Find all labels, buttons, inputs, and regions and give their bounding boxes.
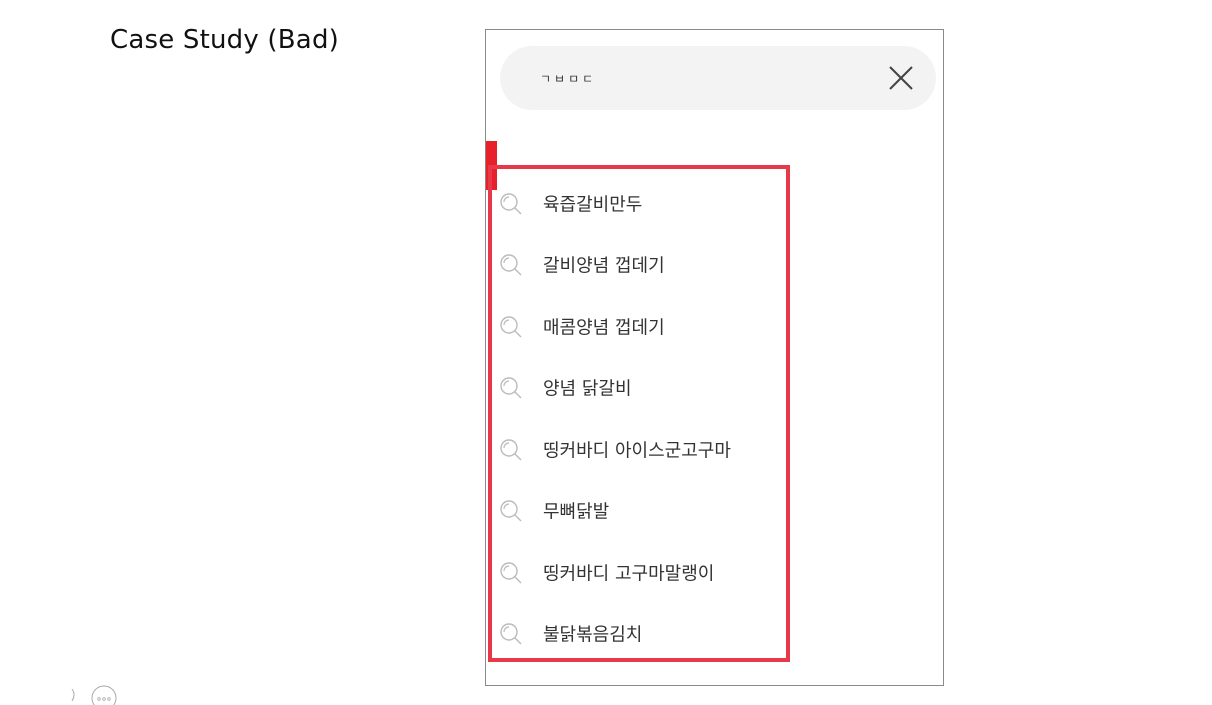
- slide-control-icons: [71, 685, 117, 705]
- search-bar[interactable]: [500, 46, 936, 110]
- highlight-annotation-box: [488, 165, 790, 662]
- mobile-search-screen: 육즙갈비만두 갈비양념 껍데기 매콤양념 껍데기 양념 닭: [485, 29, 944, 686]
- search-input[interactable]: [540, 63, 840, 93]
- more-options-icon: [91, 685, 117, 705]
- close-icon[interactable]: [885, 62, 917, 94]
- slide-title: Case Study (Bad): [110, 25, 339, 55]
